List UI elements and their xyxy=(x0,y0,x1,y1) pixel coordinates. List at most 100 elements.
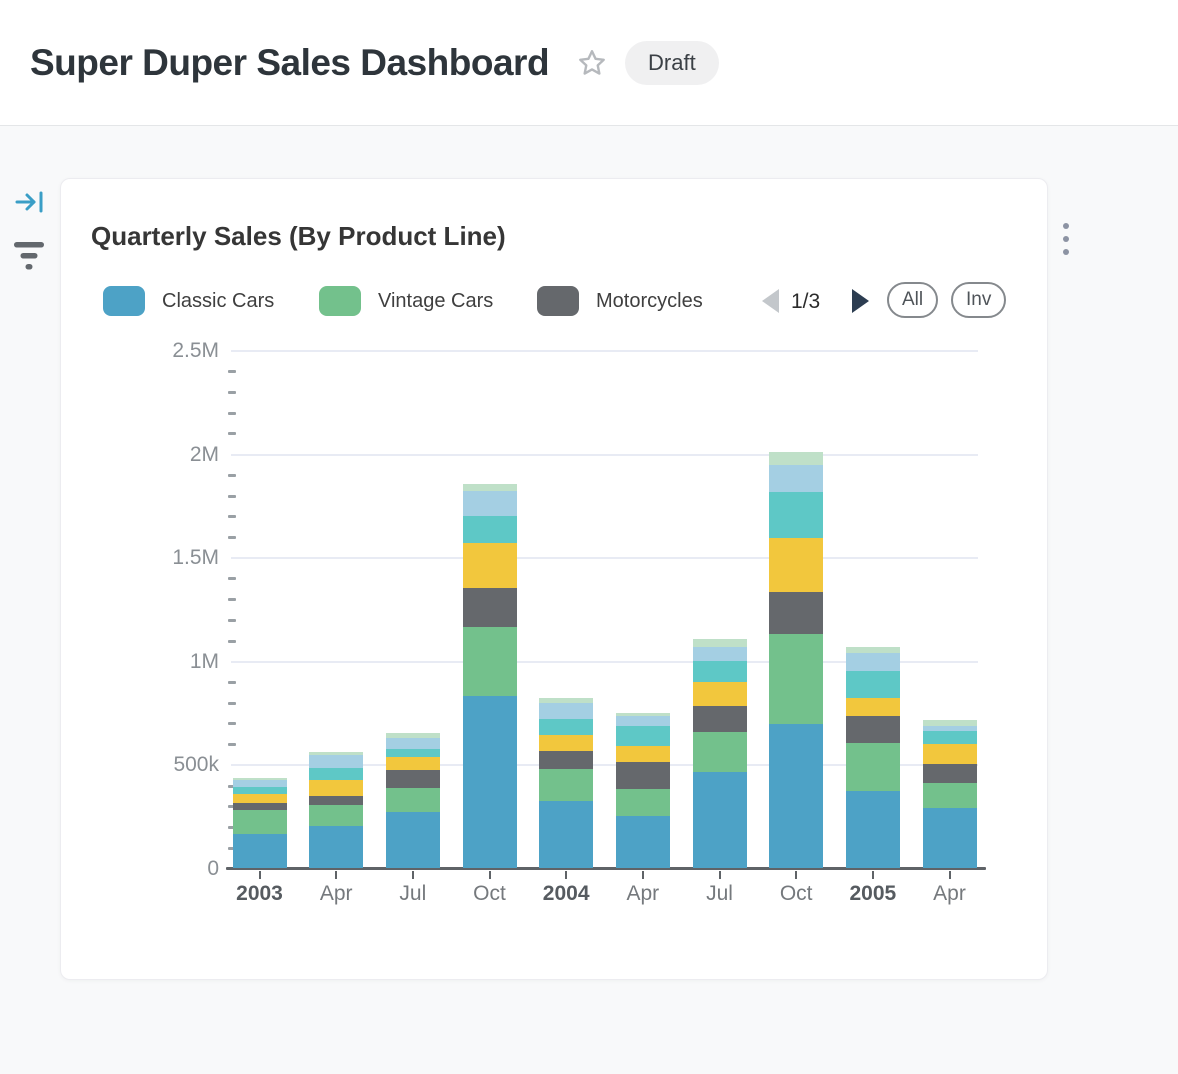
y-axis-tick-label: 0 xyxy=(61,857,219,881)
bar-segment-series-3[interactable] xyxy=(616,762,670,789)
y-axis-tick-label: 1M xyxy=(61,650,219,674)
bar-segment-series-2[interactable] xyxy=(233,810,287,834)
bar-segment-series-6[interactable] xyxy=(769,465,823,492)
status-badge[interactable]: Draft xyxy=(625,41,719,85)
y-axis-tick-label: 2M xyxy=(61,443,219,467)
bar-segment-series-5[interactable] xyxy=(309,768,363,780)
x-axis-tick xyxy=(642,871,644,879)
bar-segment-series-1[interactable] xyxy=(616,816,670,868)
bar-2004-4[interactable] xyxy=(539,698,593,868)
bar-segment-series-2[interactable] xyxy=(616,789,670,816)
bar-segment-series-2[interactable] xyxy=(463,627,517,697)
y-axis-minor-tick xyxy=(228,370,236,373)
bar-segment-series-7[interactable] xyxy=(463,484,517,491)
bar-segment-series-1[interactable] xyxy=(386,812,440,868)
bar-segment-series-5[interactable] xyxy=(846,671,900,698)
bar-apr-1[interactable] xyxy=(309,752,363,868)
bar-segment-series-3[interactable] xyxy=(769,592,823,634)
bar-segment-series-5[interactable] xyxy=(769,492,823,538)
bar-segment-series-2[interactable] xyxy=(309,805,363,826)
bar-segment-series-1[interactable] xyxy=(309,826,363,868)
y-axis-tick-label: 2.5M xyxy=(61,339,219,363)
bar-segment-series-4[interactable] xyxy=(693,682,747,706)
bar-segment-series-2[interactable] xyxy=(386,788,440,812)
gridline xyxy=(231,454,978,456)
bar-segment-series-3[interactable] xyxy=(463,588,517,627)
bar-segment-series-6[interactable] xyxy=(616,716,670,726)
y-axis-tick-label: 1.5M xyxy=(61,546,219,570)
bar-segment-series-3[interactable] xyxy=(923,764,977,784)
page-header: Super Duper Sales Dashboard Draft xyxy=(0,0,1178,126)
bar-segment-series-1[interactable] xyxy=(846,791,900,868)
gridline xyxy=(231,557,978,559)
bar-segment-series-7[interactable] xyxy=(769,452,823,465)
y-axis-minor-tick xyxy=(228,474,236,477)
bar-segment-series-6[interactable] xyxy=(463,491,517,515)
y-axis-minor-tick xyxy=(228,412,236,415)
y-axis-minor-tick xyxy=(228,598,236,601)
bar-jul-6[interactable] xyxy=(693,639,747,868)
bar-segment-series-1[interactable] xyxy=(693,772,747,868)
bar-segment-series-4[interactable] xyxy=(463,543,517,588)
bar-segment-series-7[interactable] xyxy=(693,639,747,646)
bar-segment-series-5[interactable] xyxy=(463,516,517,544)
bar-segment-series-3[interactable] xyxy=(233,803,287,810)
bar-apr-5[interactable] xyxy=(616,713,670,868)
bar-segment-series-1[interactable] xyxy=(463,696,517,868)
x-axis-tick xyxy=(259,871,261,879)
bar-segment-series-2[interactable] xyxy=(539,769,593,801)
bar-segment-series-3[interactable] xyxy=(539,751,593,769)
bar-jul-2[interactable] xyxy=(386,733,440,868)
x-axis-tick xyxy=(412,871,414,879)
bar-segment-series-3[interactable] xyxy=(846,716,900,743)
filter-icon[interactable] xyxy=(12,240,46,275)
bar-segment-series-5[interactable] xyxy=(539,719,593,735)
card-menu-kebab-icon[interactable] xyxy=(1049,217,1083,261)
bar-segment-series-4[interactable] xyxy=(309,780,363,797)
bar-segment-series-4[interactable] xyxy=(923,744,977,763)
y-axis-minor-tick xyxy=(228,495,236,498)
bar-segment-series-2[interactable] xyxy=(846,743,900,792)
bar-segment-series-6[interactable] xyxy=(309,755,363,768)
bar-segment-series-4[interactable] xyxy=(616,746,670,762)
collapse-sidebar-icon[interactable] xyxy=(14,188,46,219)
bar-segment-series-4[interactable] xyxy=(846,698,900,716)
bar-segment-series-3[interactable] xyxy=(386,770,440,788)
bar-segment-series-4[interactable] xyxy=(386,757,440,770)
star-icon xyxy=(576,47,608,79)
bar-oct-7[interactable] xyxy=(769,452,823,868)
bar-segment-series-3[interactable] xyxy=(693,706,747,732)
bar-segment-series-5[interactable] xyxy=(386,749,440,756)
bar-oct-3[interactable] xyxy=(463,484,517,868)
bar-segment-series-1[interactable] xyxy=(923,808,977,868)
bar-segment-series-3[interactable] xyxy=(309,796,363,805)
bar-segment-series-1[interactable] xyxy=(233,834,287,868)
y-axis-minor-tick xyxy=(228,640,236,643)
bar-segment-series-6[interactable] xyxy=(539,703,593,720)
bar-segment-series-4[interactable] xyxy=(233,794,287,803)
bar-segment-series-6[interactable] xyxy=(386,738,440,750)
chart-card: Quarterly Sales (By Product Line) Classi… xyxy=(60,178,1048,980)
x-axis-tick xyxy=(949,871,951,879)
y-axis-tick-label: 500k xyxy=(61,753,219,777)
bar-2005-8[interactable] xyxy=(846,647,900,868)
x-axis-tick xyxy=(489,871,491,879)
bar-segment-series-6[interactable] xyxy=(693,647,747,661)
bar-segment-series-2[interactable] xyxy=(693,732,747,772)
bar-segment-series-6[interactable] xyxy=(233,780,287,787)
bar-segment-series-2[interactable] xyxy=(769,634,823,725)
bar-segment-series-5[interactable] xyxy=(233,787,287,794)
bar-2003-0[interactable] xyxy=(233,777,287,868)
bar-segment-series-6[interactable] xyxy=(846,653,900,672)
x-axis-tick xyxy=(335,871,337,879)
bar-segment-series-2[interactable] xyxy=(923,783,977,808)
bar-segment-series-5[interactable] xyxy=(693,661,747,683)
bar-segment-series-4[interactable] xyxy=(769,538,823,592)
bar-apr-9[interactable] xyxy=(923,720,977,868)
bar-segment-series-1[interactable] xyxy=(769,724,823,868)
bar-segment-series-5[interactable] xyxy=(616,726,670,746)
bar-segment-series-1[interactable] xyxy=(539,801,593,868)
favorite-star-icon[interactable] xyxy=(575,46,609,80)
bar-segment-series-4[interactable] xyxy=(539,735,593,751)
bar-segment-series-5[interactable] xyxy=(923,731,977,744)
